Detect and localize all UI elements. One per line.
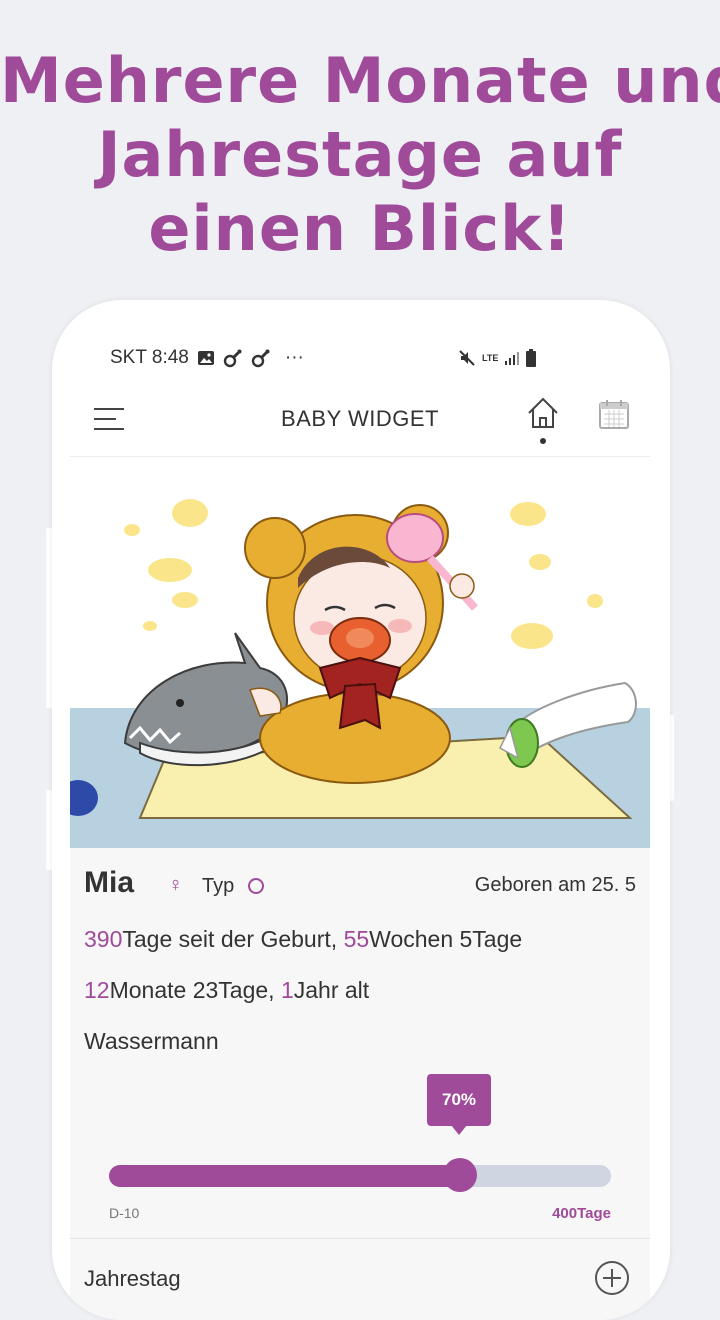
weeks-count: 55: [343, 926, 370, 952]
baby-info-card: Mia ♀ Typ Geboren am 25. 5 390Tage seit …: [70, 848, 650, 1320]
baby-name: Mia: [84, 866, 135, 899]
add-anniversary-icon[interactable]: [594, 1260, 630, 1296]
pacifier-icon-2: [251, 349, 270, 368]
headline-line-2: Jahrestage auf: [97, 118, 623, 191]
baby-illustration: [70, 458, 650, 848]
more-notifications: ···: [284, 347, 304, 368]
age-days-weeks-line: 390Tage seit der Geburt, 55Wochen 5Tage: [84, 926, 522, 953]
progress-fill: [109, 1165, 460, 1187]
pacifier-icon: [223, 349, 242, 368]
progress-thumb[interactable]: [443, 1158, 477, 1192]
baby-in-bear-costume-image: [70, 499, 650, 848]
home-icon[interactable]: [526, 396, 560, 430]
type-circle-icon: [248, 878, 264, 894]
active-tab-indicator: [540, 438, 546, 444]
type-label: Typ: [202, 875, 235, 897]
section-divider: [70, 1238, 650, 1239]
headline-line-3: einen Blick!: [148, 192, 572, 265]
progress-slider[interactable]: [109, 1158, 611, 1192]
age-months-years-line: 12Monate 23Tage, 1Jahr alt: [84, 977, 369, 1004]
weeks-label: Wochen 5Tage: [369, 926, 523, 952]
years-count: 1: [280, 977, 294, 1003]
phone-frame: SKT 8:48 ··· LTE BABY WIDGET Mia ♀ Typ G…: [52, 300, 670, 1320]
months-count: 12: [84, 977, 110, 1003]
headline-line-1: Mehrere Monate und: [0, 44, 720, 117]
slider-min-label: D-10: [109, 1205, 140, 1221]
status-bar: SKT 8:48 ··· LTE: [110, 345, 550, 371]
network-type: LTE: [482, 352, 499, 363]
days-since-birth: 390: [84, 926, 123, 952]
years-label: Jahr alt: [293, 977, 370, 1003]
app-bar: BABY WIDGET: [70, 390, 650, 457]
months-label: Monate 23Tage,: [109, 977, 281, 1003]
zodiac-sign: Wassermann: [84, 1028, 219, 1054]
promo-headline: Mehrere Monate und Jahrestage auf einen …: [0, 44, 720, 266]
mute-icon: [459, 350, 475, 366]
slider-max-label: 400Tage: [552, 1205, 611, 1222]
calendar-icon[interactable]: [598, 398, 630, 430]
image-icon: [197, 351, 214, 365]
female-icon: ♀: [168, 874, 183, 896]
days-since-birth-label: Tage seit der Geburt,: [122, 926, 344, 952]
birth-date: Geboren am 25. 5: [474, 874, 636, 896]
app-title: BABY WIDGET: [281, 406, 439, 431]
carrier-time: SKT 8:48: [110, 347, 189, 368]
battery-icon: [526, 349, 537, 367]
signal-icon: [505, 352, 520, 365]
progress-tooltip: 70%: [427, 1074, 491, 1135]
anniversary-section-label: Jahrestag: [84, 1266, 181, 1291]
